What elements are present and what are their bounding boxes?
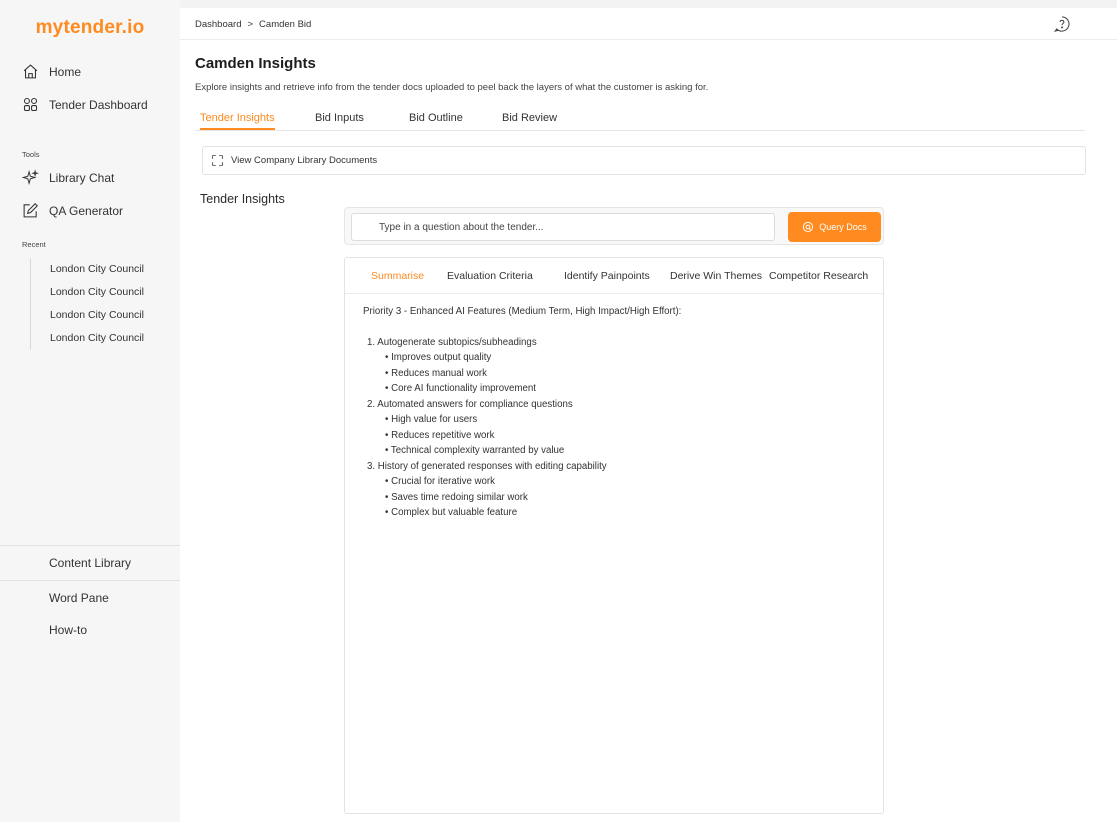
result-bullet-text: Technical complexity warranted by value	[390, 445, 565, 456]
tab-competitor-research[interactable]: Competitor Research	[769, 270, 868, 282]
result-bullet-text: Complex but valuable feature	[391, 507, 518, 518]
nav-library-chat[interactable]: Library Chat	[22, 169, 114, 186]
result-bullet-text: Improves output quality	[391, 352, 492, 363]
nav-qa-generator-label: QA Generator	[49, 203, 124, 218]
tab-summarise[interactable]: Summarise	[371, 270, 424, 282]
result-body: Priority 3 - Enhanced AI Features (Mediu…	[363, 304, 681, 521]
logo[interactable]: mytender.io	[0, 17, 180, 39]
nav-library-chat-label: Library Chat	[49, 170, 115, 185]
result-bullet-text: Core AI functionality improvement	[391, 383, 536, 394]
breadcrumb: Dashboard > Camden Bid	[195, 19, 311, 30]
tab-bid-review[interactable]: Bid Review	[502, 112, 557, 128]
expand-icon	[212, 155, 223, 166]
nav-how-to[interactable]: How-to	[0, 605, 180, 637]
tab-identify-painpoints[interactable]: Identify Painpoints	[564, 270, 650, 282]
nav-content-library[interactable]: Content Library	[0, 546, 180, 580]
view-library-documents-label: View Company Library Documents	[231, 155, 378, 166]
recent-item[interactable]: London City Council	[50, 304, 144, 327]
result-bullet: • Complex but valuable feature	[385, 507, 518, 518]
nav-qa-generator[interactable]: QA Generator	[22, 202, 123, 219]
result-bullet: • Core AI functionality improvement	[385, 383, 536, 394]
tab-bid-outline[interactable]: Bid Outline	[409, 112, 463, 128]
tab-evaluation-criteria[interactable]: Evaluation Criteria	[447, 270, 533, 282]
nav-home-label: Home	[49, 64, 82, 79]
result-bullet: • High value for users	[385, 414, 478, 425]
query-docs-label: Query Docs	[819, 222, 867, 232]
recent-item[interactable]: London City Council	[50, 258, 144, 281]
search-icon	[803, 221, 814, 232]
query-docs-button[interactable]: Query Docs	[788, 212, 881, 242]
result-intro: Priority 3 - Enhanced AI Features (Mediu…	[363, 306, 682, 317]
sidebar: mytender.io Home Tender Dashboard Tools …	[0, 0, 180, 822]
page-subtitle: Explore insights and retrieve info from …	[195, 82, 709, 93]
recent-item[interactable]: London City Council	[50, 327, 144, 350]
question-input[interactable]	[351, 213, 775, 241]
tab-tender-insights[interactable]: Tender Insights	[200, 112, 275, 130]
nav-tender-dashboard[interactable]: Tender Dashboard	[22, 96, 148, 113]
query-box: Query Docs	[344, 207, 884, 245]
breadcrumb-separator: >	[247, 19, 254, 30]
edit-icon	[23, 203, 38, 218]
nav-tender-dashboard-label: Tender Dashboard	[49, 97, 148, 112]
sidebar-bottom-nav: Content Library Word Pane How-to	[0, 545, 180, 637]
sparkle-icon	[22, 169, 39, 185]
result-bullet: • Technical complexity warranted by valu…	[385, 445, 565, 456]
tab-derive-win-themes[interactable]: Derive Win Themes	[670, 270, 762, 282]
tools-section-label: Tools	[22, 150, 40, 159]
view-library-documents-button[interactable]: View Company Library Documents	[202, 146, 1086, 175]
result-bullet-text: Reduces manual work	[391, 367, 487, 379]
result-bullet-text: High value for users	[391, 414, 478, 425]
result-bullet: • Reduces repetitive work	[385, 429, 495, 441]
recent-section-label: Recent	[22, 240, 46, 249]
breadcrumb-current: Camden Bid	[259, 19, 312, 30]
result-bullet: • Reduces manual work	[385, 367, 487, 379]
result-bullet: • Crucial for iterative work	[385, 476, 495, 487]
recent-item[interactable]: London City Council	[50, 281, 144, 304]
top-header: Dashboard > Camden Bid	[180, 8, 1117, 40]
recent-list: London City Council London City Council …	[30, 258, 144, 350]
home-icon	[23, 64, 38, 79]
help-circle-icon[interactable]	[1053, 15, 1071, 33]
result-item-title: 2. Automated answers for compliance ques…	[367, 398, 573, 410]
nav-word-pane[interactable]: Word Pane	[0, 581, 180, 605]
result-bullet-text: Crucial for iterative work	[391, 476, 495, 487]
breadcrumb-dashboard[interactable]: Dashboard	[195, 19, 241, 30]
result-panel: Summarise Evaluation Criteria Identify P…	[344, 257, 884, 814]
main-tabs: Tender Insights Bid Inputs Bid Outline B…	[195, 112, 1085, 131]
result-tabs: Summarise Evaluation Criteria Identify P…	[345, 258, 883, 294]
nav-home[interactable]: Home	[22, 63, 81, 80]
section-heading: Tender Insights	[200, 192, 285, 206]
page-title: Camden Insights	[195, 55, 316, 72]
result-item-title: 3. History of generated responses with e…	[367, 460, 607, 472]
result-bullet-text: Reduces repetitive work	[391, 429, 495, 441]
result-item-title: 1. Autogenerate subtopics/subheadings	[367, 336, 537, 348]
result-bullet: • Improves output quality	[385, 352, 492, 363]
result-bullet: • Saves time redoing similar work	[385, 491, 528, 503]
tab-bid-inputs[interactable]: Bid Inputs	[315, 112, 364, 128]
result-bullet-text: Saves time redoing similar work	[391, 491, 528, 503]
grid-icon	[23, 97, 38, 112]
